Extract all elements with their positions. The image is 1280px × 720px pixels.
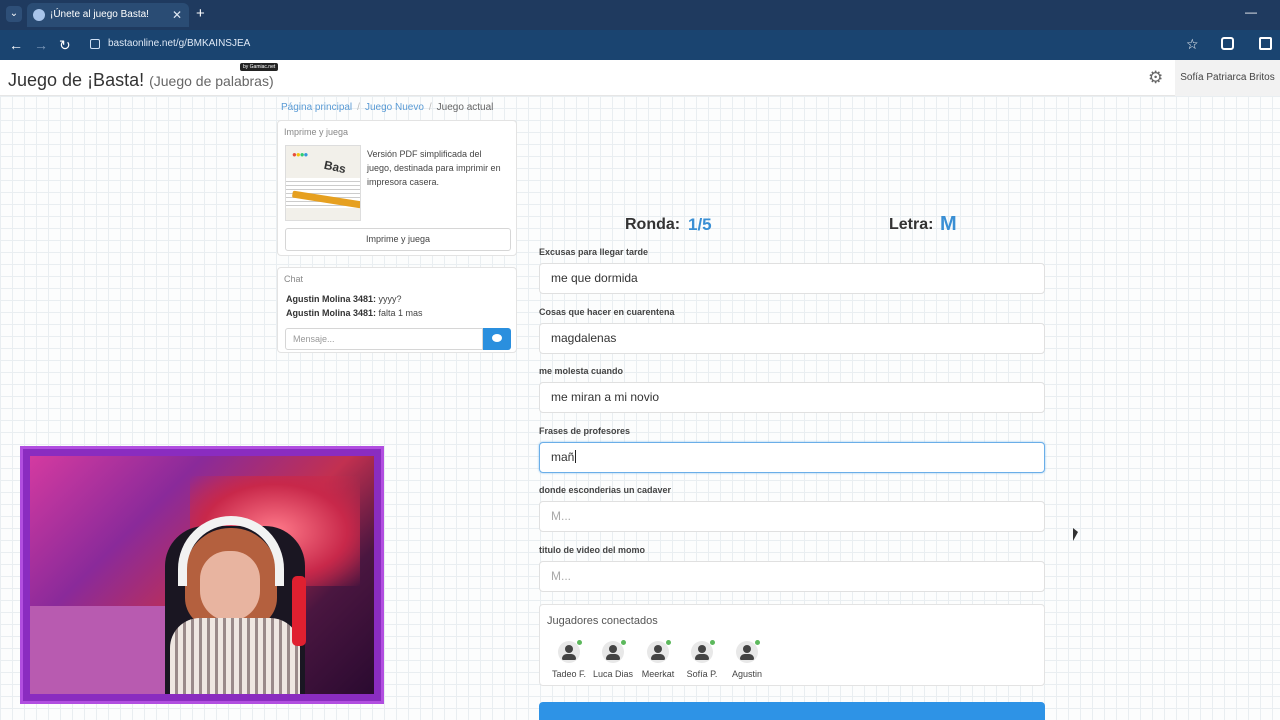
category-input-focused[interactable]: mañ	[539, 442, 1045, 473]
settings-gear-icon[interactable]: ⚙	[1148, 68, 1163, 88]
address-bar: ← → ↻ bastaonline.net/g/BMKAINSJEA ☆	[0, 30, 1280, 60]
chat-message: Agustin Molina 3481: yyyy?	[286, 294, 402, 304]
player-avatar-icon	[558, 640, 582, 663]
text-caret	[575, 450, 577, 463]
player-item[interactable]: Meerkat	[633, 640, 683, 679]
site-subtitle: (Juego de palabras)	[149, 73, 274, 89]
letter-value: M	[940, 213, 957, 235]
chat-message-input[interactable]: Mensaje...	[285, 328, 483, 350]
category-label: me molesta cuando	[539, 366, 624, 376]
letter-label: Letra:	[889, 216, 934, 233]
user-name[interactable]: Sofía Patriarca Britos	[1175, 60, 1280, 96]
print-panel-title: Imprime y juega	[284, 127, 349, 137]
online-status-dot	[621, 640, 626, 645]
player-avatar-icon	[647, 640, 671, 663]
breadcrumb-separator: /	[428, 102, 432, 113]
minimize-icon[interactable]: —	[1245, 5, 1257, 19]
thumbnail-logo: Bas	[322, 157, 348, 177]
site-title-main: Juego de ¡Basta!	[8, 70, 145, 90]
category-input[interactable]: me miran a mi novio	[539, 382, 1045, 413]
chat-message-text: falta 1 mas	[378, 308, 423, 318]
chat-message-user: Agustin Molina 3481:	[286, 294, 377, 304]
webcam-overlay	[20, 446, 384, 704]
site-header: Juego de ¡Basta! (Juego de palabras) by …	[0, 60, 1280, 96]
basta-submit-button[interactable]	[539, 702, 1045, 720]
category-label: Frases de profesores	[539, 426, 631, 436]
thumbnail-dots: ●●●●	[292, 150, 308, 159]
player-name: Tadeo F.	[551, 669, 587, 679]
breadcrumb-separator: /	[357, 102, 360, 113]
online-status-dot	[755, 640, 760, 645]
online-status-dot	[666, 640, 671, 645]
chat-message: Agustin Molina 3481: falta 1 mas	[286, 308, 423, 318]
browser-tab-bar: ⌄ ¡Únete al juego Basta! ✕ + —	[0, 0, 1280, 30]
site-favicon-icon	[33, 9, 45, 21]
print-thumbnail-image[interactable]: ●●●● Bas	[285, 145, 361, 221]
category-input[interactable]: magdalenas	[539, 323, 1045, 354]
online-status-dot	[577, 640, 582, 645]
round-value: 1/5	[688, 215, 712, 234]
webcam-video	[30, 456, 374, 694]
back-icon[interactable]: ←	[9, 36, 23, 54]
round-label: Ronda:	[625, 216, 681, 233]
chat-title: Chat	[284, 274, 304, 284]
forward-icon[interactable]: →	[34, 36, 48, 54]
tab-title: ¡Únete al juego Basta!	[50, 9, 149, 20]
player-name: Meerkat	[641, 669, 675, 679]
print-panel: Imprime y juega ●●●● Bas Versión PDF sim…	[277, 120, 517, 256]
player-name: Agustin	[731, 669, 763, 679]
bookmark-star-icon[interactable]: ☆	[1186, 36, 1199, 53]
site-info-icon[interactable]	[90, 39, 100, 49]
category-label: Excusas para llegar tarde	[539, 247, 649, 257]
player-avatar-icon	[691, 640, 715, 663]
reload-icon[interactable]: ↻	[59, 36, 71, 54]
chat-message-text: yyyy?	[378, 294, 402, 304]
online-status-dot	[710, 640, 715, 645]
player-avatar-icon	[736, 640, 760, 663]
gamiac-badge[interactable]: by Gamiac.net	[240, 63, 279, 71]
player-name: Sofía P.	[686, 669, 718, 679]
breadcrumb-current: Juego actual	[436, 102, 494, 113]
print-description: Versión PDF simplificada del juego, dest…	[367, 149, 501, 187]
tab-search-icon[interactable]: ⌄	[6, 6, 22, 22]
print-button[interactable]: Imprime y juega	[285, 228, 511, 251]
breadcrumb: Página principal / Juego Nuevo / Juego actua…	[281, 102, 493, 113]
close-tab-icon[interactable]: ✕	[172, 3, 182, 27]
mouse-cursor-icon	[1073, 528, 1078, 541]
chat-panel: Chat Agustin Molina 3481: yyyy? Agustin …	[277, 267, 517, 353]
player-avatar-icon	[602, 640, 626, 663]
player-item[interactable]: Tadeo F.	[544, 640, 594, 679]
breadcrumb-home[interactable]: Página principal	[281, 102, 352, 113]
sidebar-icon[interactable]	[1259, 37, 1272, 50]
category-input[interactable]: me que dormida	[539, 263, 1045, 294]
webcam-person-body	[170, 618, 300, 694]
site-title[interactable]: Juego de ¡Basta! (Juego de palabras)	[8, 70, 274, 91]
category-input-text: mañ	[551, 450, 575, 464]
category-input[interactable]: M...	[539, 501, 1045, 532]
category-label: titulo de video del momo	[539, 545, 646, 555]
url-field[interactable]: bastaonline.net/g/BMKAINSJEA	[108, 38, 250, 49]
breadcrumb-new-game[interactable]: Juego Nuevo	[365, 102, 424, 113]
connected-players-panel: Jugadores conectados Tadeo F. Luca Dias …	[539, 604, 1045, 686]
player-item[interactable]: Luca Dias	[588, 640, 638, 679]
player-name: Luca Dias	[592, 669, 634, 679]
browser-tab[interactable]: ¡Únete al juego Basta! ✕	[27, 3, 189, 27]
chat-send-button[interactable]	[483, 328, 511, 350]
extensions-icon[interactable]	[1221, 37, 1234, 50]
player-item[interactable]: Sofía P.	[677, 640, 727, 679]
new-tab-icon[interactable]: +	[196, 5, 205, 22]
connected-players-title: Jugadores conectados	[547, 615, 658, 627]
category-input[interactable]: M...	[539, 561, 1045, 592]
chat-message-user: Agustin Molina 3481:	[286, 308, 377, 318]
category-label: Cosas que hacer en cuarentena	[539, 307, 675, 317]
player-item[interactable]: Agustin	[722, 640, 772, 679]
category-label: donde esconderias un cadaver	[539, 485, 672, 495]
webcam-microphone	[292, 576, 306, 646]
